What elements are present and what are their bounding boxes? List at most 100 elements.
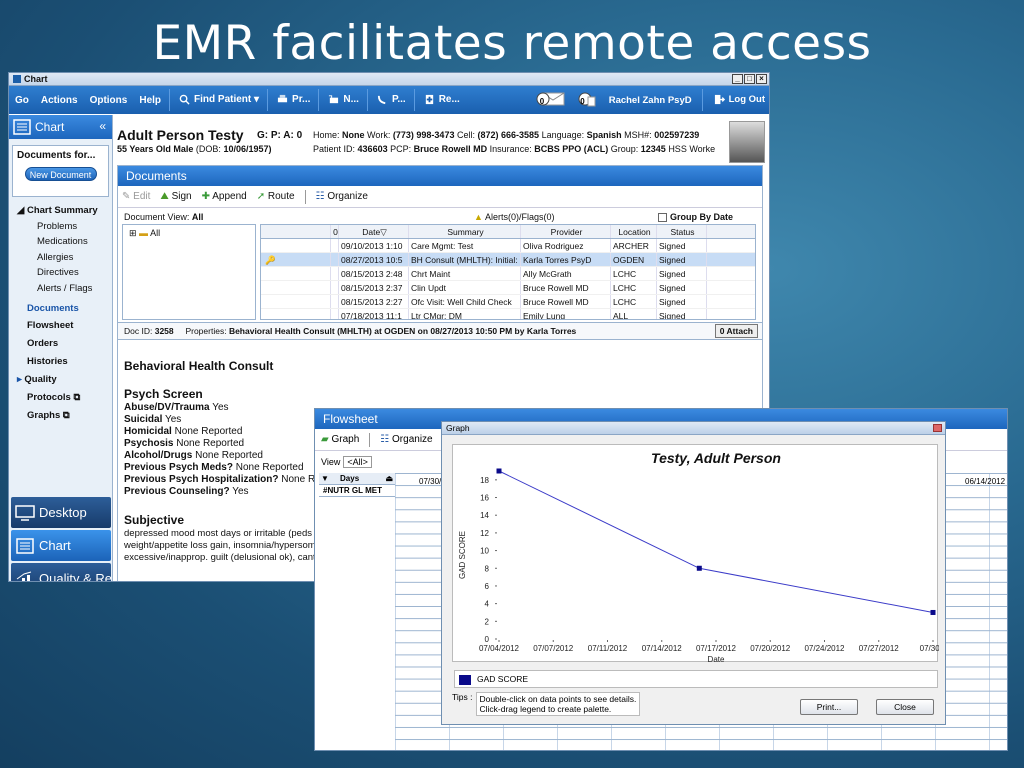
route-button[interactable]: ➚ Route <box>257 191 295 202</box>
popout-icon: ⧉ <box>62 409 70 421</box>
table-cell: OGDEN <box>611 253 657 266</box>
task-badge[interactable]: 0 <box>578 91 600 110</box>
print-button[interactable]: Pr... <box>270 94 316 106</box>
sidebar-item-quality[interactable]: ▸ Quality <box>17 371 112 389</box>
graph-button[interactable]: ▰ Graph <box>321 434 359 445</box>
table-cell <box>261 267 331 280</box>
menu-actions[interactable]: Actions <box>35 95 84 106</box>
alert-icon: ▲ <box>474 212 483 222</box>
sidebar-item-chart-summary[interactable]: ◢ Chart Summary <box>17 203 112 219</box>
phone-icon <box>377 96 386 105</box>
protocols-label: Protocols <box>27 391 71 403</box>
table-cell: ALL <box>611 309 657 319</box>
table-row[interactable]: 07/18/2013 11:1 Ltr CMgr: DM Emily Lung ALL… <box>261 309 755 319</box>
sign-button[interactable]: ⛰ Sign <box>160 191 191 202</box>
table-row[interactable]: 09/10/2013 1:10 Care Mgmt: Test Oliva Rodr… <box>261 239 755 253</box>
menu-options[interactable]: Options <box>84 95 134 106</box>
organize-button[interactable]: ☷ Organize <box>316 191 368 202</box>
sidebar: Chart « Documents for... New Document ◢ … <box>9 115 113 581</box>
y-tick-label: 12 <box>480 529 489 538</box>
sidebar-item-histories[interactable]: Histories <box>17 353 112 371</box>
collapse-sidebar-button[interactable]: « <box>99 119 106 133</box>
x-axis-label: Date <box>708 655 725 663</box>
chart-legend[interactable]: GAD SCORE <box>454 670 938 688</box>
sidebar-item-orders[interactable]: Orders <box>17 335 112 353</box>
table-cell <box>261 295 331 308</box>
sidebar-item-documents[interactable]: Documents <box>17 301 112 317</box>
table-cell <box>261 239 331 252</box>
tips-box: Double-click on data points to see detai… <box>476 692 641 716</box>
organize-icon: ☷ <box>315 191 325 202</box>
table-cell: Bruce Rowell MD <box>521 281 611 294</box>
documents-grid: 0 Date▽ Summary Provider Location Status… <box>260 224 756 320</box>
table-row[interactable]: 08/15/2013 2:37 Clin Updt Bruce Rowell MD L… <box>261 281 755 295</box>
tree-node-all[interactable]: ⊞ ▬ All <box>129 228 160 238</box>
referral-button[interactable]: Re... <box>417 94 466 106</box>
nav-quality[interactable]: Quality & Re <box>11 563 111 581</box>
new-message-button[interactable]: N... <box>321 94 365 106</box>
menu-go[interactable]: Go <box>9 95 35 106</box>
col-summary[interactable]: Summary <box>409 225 521 238</box>
y-tick-label: 6 <box>485 582 490 591</box>
table-cell: 08/15/2013 2:37 <box>339 281 409 294</box>
group-by-date-checkbox[interactable]: Group By Date <box>658 212 733 223</box>
edit-button[interactable]: ✎ Edit <box>122 191 150 202</box>
table-row[interactable]: 🔑 08/27/2013 10:5 BH Consult (MHLTH): Init… <box>261 253 755 267</box>
col-status[interactable]: Status <box>657 225 707 238</box>
search-icon <box>179 95 190 105</box>
sidebar-list: ◢ Chart Summary Problems Medications All… <box>9 203 112 425</box>
sidebar-item-alerts-flags[interactable]: Alerts / Flags <box>17 281 112 297</box>
sidebar-item-allergies[interactable]: Allergies <box>17 250 112 266</box>
phone-button[interactable]: P... <box>370 94 412 106</box>
plot-area: Testy, Adult Person 0 2 4 6 8 10 12 14 16 18 07/04/… <box>452 444 945 664</box>
monitor-icon <box>15 504 35 521</box>
table-cell: Ofc Visit: Well Child Check <box>409 295 521 308</box>
doc-id-bar: Doc ID: 3258 Properties: Behavioral Heal… <box>118 322 762 340</box>
patient-photo[interactable] <box>729 121 765 163</box>
quality-label: Quality <box>24 373 57 385</box>
close-window-button[interactable]: × <box>756 74 767 84</box>
view-select[interactable]: <All> <box>343 456 372 468</box>
close-button[interactable]: Close <box>876 699 934 715</box>
print-button[interactable]: Print... <box>800 699 858 715</box>
col-location[interactable]: Location <box>611 225 657 238</box>
sidebar-item-protocols[interactable]: Protocols ⧉ <box>17 389 112 407</box>
maximize-button[interactable]: □ <box>744 74 755 84</box>
table-cell: Chrt Maint <box>409 267 521 280</box>
append-button[interactable]: ✚ Append <box>202 191 247 202</box>
graph-close-icon[interactable] <box>933 424 942 432</box>
table-row[interactable]: 08/15/2013 2:48 Chrt Maint Ally McGrath LCH… <box>261 267 755 281</box>
table-row[interactable]: 08/15/2013 2:27 Ofc Visit: Well Child Che… <box>261 295 755 309</box>
alerts-flags[interactable]: ▲ Alerts(0)/Flags(0) <box>474 212 554 222</box>
sidebar-nav: Desktop Chart Quality & Re ▸ <box>9 495 113 581</box>
flowsheet-view: View <All> <box>321 456 372 468</box>
nav-desktop[interactable]: Desktop <box>11 497 111 528</box>
mail-badge[interactable]: 0 <box>536 91 570 110</box>
days-header[interactable]: ▼ Days ⏏ <box>319 473 395 486</box>
new-document-button[interactable]: New Document <box>24 167 97 181</box>
flowsheet-item[interactable]: #NUTR GL MET <box>321 485 395 496</box>
sidebar-header: Chart « <box>9 115 112 139</box>
attach-button[interactable]: 0 Attach <box>714 324 758 338</box>
sidebar-item-flowsheet[interactable]: Flowsheet <box>17 317 112 335</box>
data-point <box>496 468 502 474</box>
psych-screen-heading: Psych Screen <box>124 387 203 401</box>
table-cell: 08/27/2013 10:5 <box>339 253 409 266</box>
y-tick-label: 0 <box>485 635 490 644</box>
col-date[interactable]: Date▽ <box>339 225 409 238</box>
graph-window-title: Graph <box>446 423 470 433</box>
minimize-button[interactable]: _ <box>732 74 743 84</box>
menu-help[interactable]: Help <box>133 95 167 106</box>
col-provider[interactable]: Provider <box>521 225 611 238</box>
logout-button[interactable]: Log Out <box>713 94 765 106</box>
find-patient-button[interactable]: Find Patient ▾ <box>172 94 265 106</box>
nav-chart[interactable]: Chart <box>11 530 111 561</box>
sidebar-item-directives[interactable]: Directives <box>17 265 112 281</box>
sidebar-item-graphs[interactable]: Graphs ⧉ <box>17 407 112 425</box>
table-cell <box>331 239 339 252</box>
organize-button[interactable]: ☷ Organize <box>380 434 432 445</box>
sidebar-item-problems[interactable]: Problems <box>17 219 112 235</box>
chart-title: Testy, Adult Person <box>651 450 781 466</box>
sidebar-item-medications[interactable]: Medications <box>17 234 112 250</box>
table-cell <box>331 281 339 294</box>
